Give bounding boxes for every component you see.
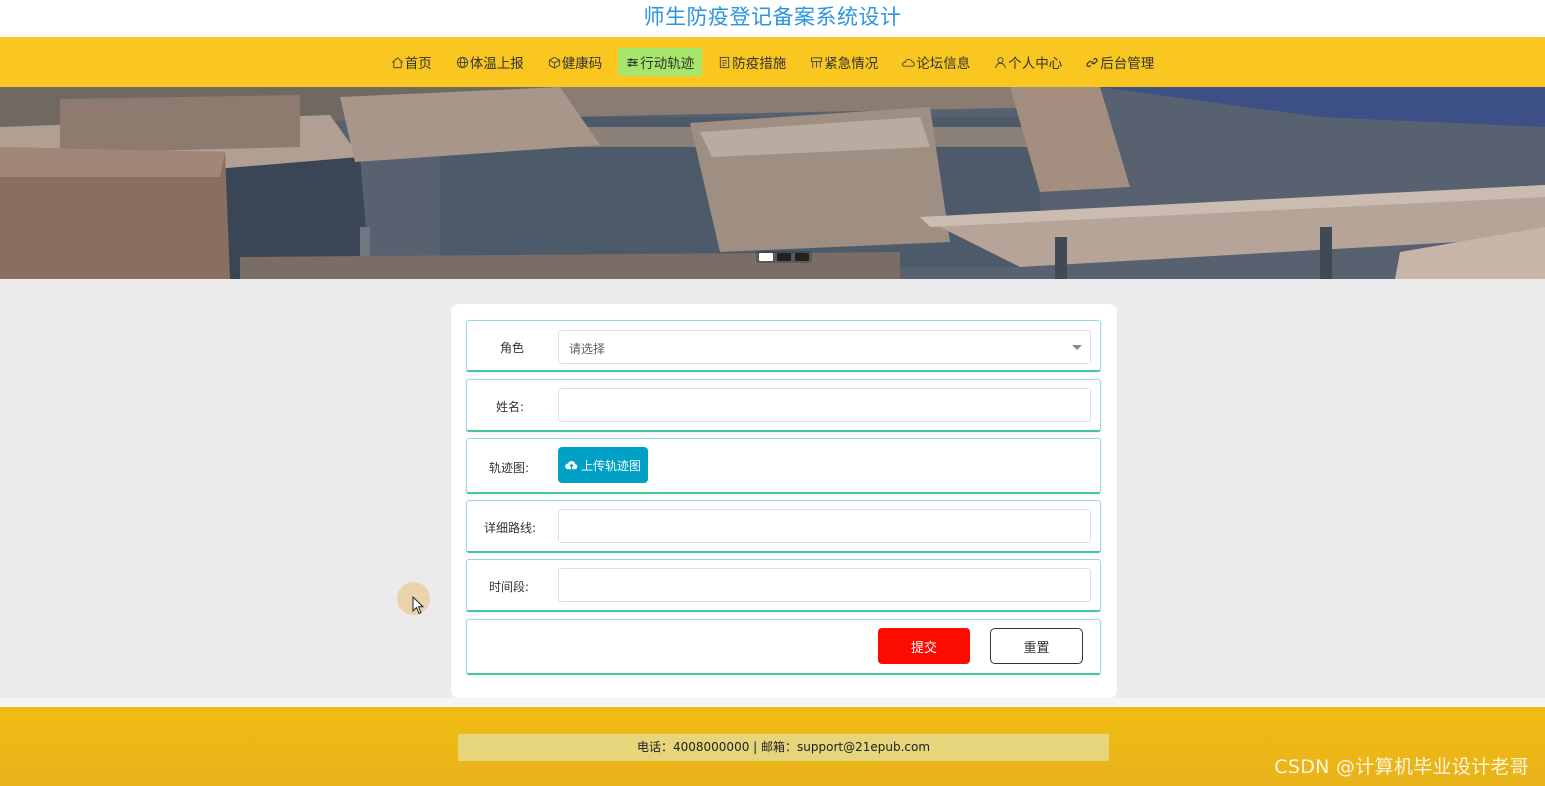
main-nav: 首页 体温上报 健康码 行动轨迹 防疫措施 紧急情况 论坛信息 个人中心 后台管…: [0, 37, 1545, 87]
site-title: 师生防疫登记备案系统设计: [643, 5, 902, 29]
nav-label-health-code: 健康码: [561, 56, 603, 72]
nav-label-profile: 个人中心: [1008, 56, 1063, 72]
nav-label-home: 首页: [404, 56, 432, 72]
role-select[interactable]: 请选择: [558, 330, 1091, 364]
nav-item-profile[interactable]: 个人中心: [986, 48, 1070, 76]
nav-label-emergency: 紧急情况: [824, 56, 879, 72]
cloud-icon: [902, 56, 916, 69]
form-row-route: 详细路线:: [466, 500, 1101, 553]
carousel-dots: [756, 251, 812, 263]
form-row-track-image: 轨迹图: 上传轨迹图: [466, 438, 1101, 494]
name-label: 姓名:: [495, 400, 524, 414]
document-icon: [718, 56, 731, 69]
carousel-dot-3[interactable]: [795, 253, 809, 261]
cloud-upload-icon: [565, 460, 578, 469]
track-image-label: 轨迹图:: [488, 461, 529, 475]
carousel-dot-2[interactable]: [777, 253, 791, 261]
watermark: CSDN @计算机毕业设计老哥: [1274, 756, 1529, 778]
nav-item-emergency[interactable]: 紧急情况: [802, 48, 886, 76]
cursor-arrow-icon: [412, 596, 425, 615]
nav-label-admin: 后台管理: [1100, 56, 1155, 72]
role-select-placeholder: 请选择: [569, 342, 606, 356]
title-bar: 师生防疫登记备案系统设计: [0, 0, 1545, 37]
route-detail-input[interactable]: [558, 509, 1091, 543]
globe-icon: [456, 56, 469, 69]
name-input[interactable]: [558, 388, 1091, 422]
time-period-label: 时间段:: [488, 580, 529, 594]
nav-item-admin[interactable]: 后台管理: [1078, 48, 1162, 76]
nav-item-measures[interactable]: 防疫措施: [710, 48, 794, 76]
reset-button[interactable]: 重置: [990, 628, 1083, 664]
sliders-icon: [626, 56, 639, 69]
nav-item-track[interactable]: 行动轨迹: [618, 48, 703, 76]
form-row-actions: 提交 重置: [466, 619, 1101, 675]
nav-item-health-code[interactable]: 健康码: [540, 48, 611, 76]
route-detail-label: 详细路线:: [483, 521, 536, 535]
nav-label-measures: 防疫措施: [732, 56, 787, 72]
submit-button[interactable]: 提交: [878, 628, 970, 664]
nav-item-temperature[interactable]: 体温上报: [448, 48, 532, 76]
form-row-role: 角色 请选择: [466, 320, 1101, 372]
footer-contact: 电话：4008000000 | 邮箱：support@21epub.com: [458, 734, 1109, 761]
form-row-time: 时间段:: [466, 559, 1101, 612]
upload-track-image-button[interactable]: 上传轨迹图: [558, 447, 648, 483]
nav-label-forum: 论坛信息: [916, 56, 971, 72]
home-icon: [391, 56, 404, 69]
form-row-name: 姓名:: [466, 379, 1101, 432]
upload-button-label: 上传轨迹图: [580, 458, 641, 473]
nav-label-track: 行动轨迹: [640, 56, 695, 72]
chevron-down-icon: [1072, 345, 1082, 350]
cube-icon: [548, 56, 561, 69]
nav-item-home[interactable]: 首页: [383, 48, 440, 76]
time-period-input[interactable]: [558, 568, 1091, 602]
user-icon: [994, 56, 1007, 69]
link-icon: [1086, 56, 1099, 69]
role-label: 角色: [499, 341, 524, 355]
nav-label-temperature: 体温上报: [469, 56, 524, 72]
nav-item-forum[interactable]: 论坛信息: [894, 48, 978, 76]
grid-icon: [810, 56, 823, 69]
carousel-dot-1[interactable]: [759, 253, 773, 261]
footer-divider: [0, 698, 1545, 707]
